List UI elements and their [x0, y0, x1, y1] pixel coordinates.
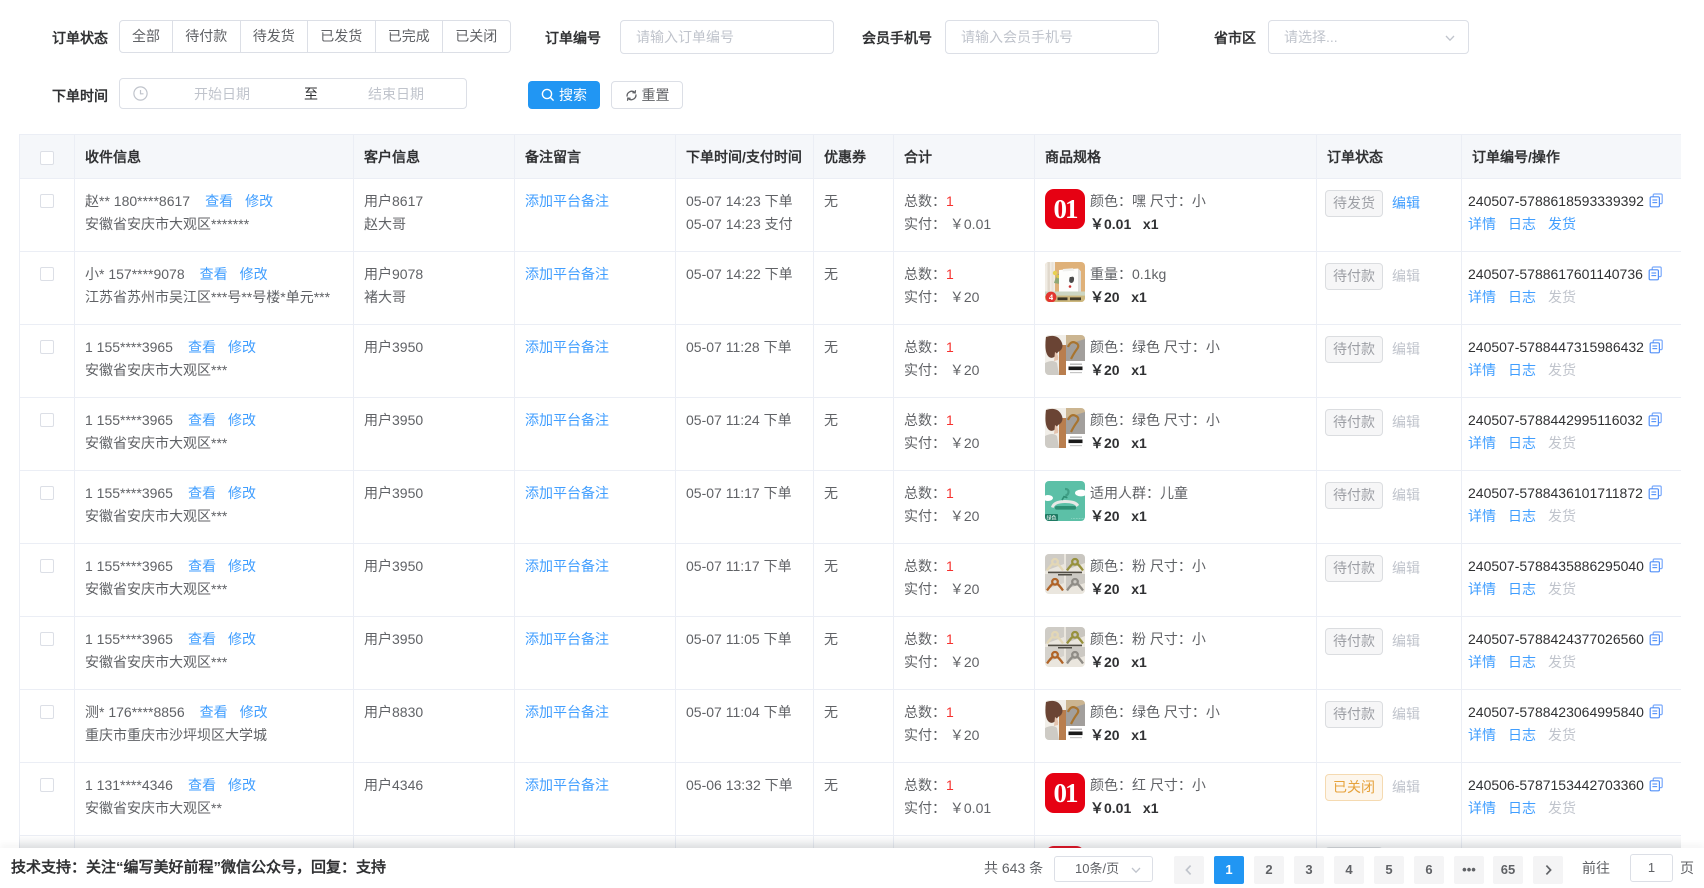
svg-text:⋯⋯⋯⋯: ⋯⋯⋯⋯ [1071, 516, 1085, 521]
svg-text:绿色: 绿色 [1046, 515, 1056, 521]
svg-text:4: 4 [1049, 292, 1054, 302]
